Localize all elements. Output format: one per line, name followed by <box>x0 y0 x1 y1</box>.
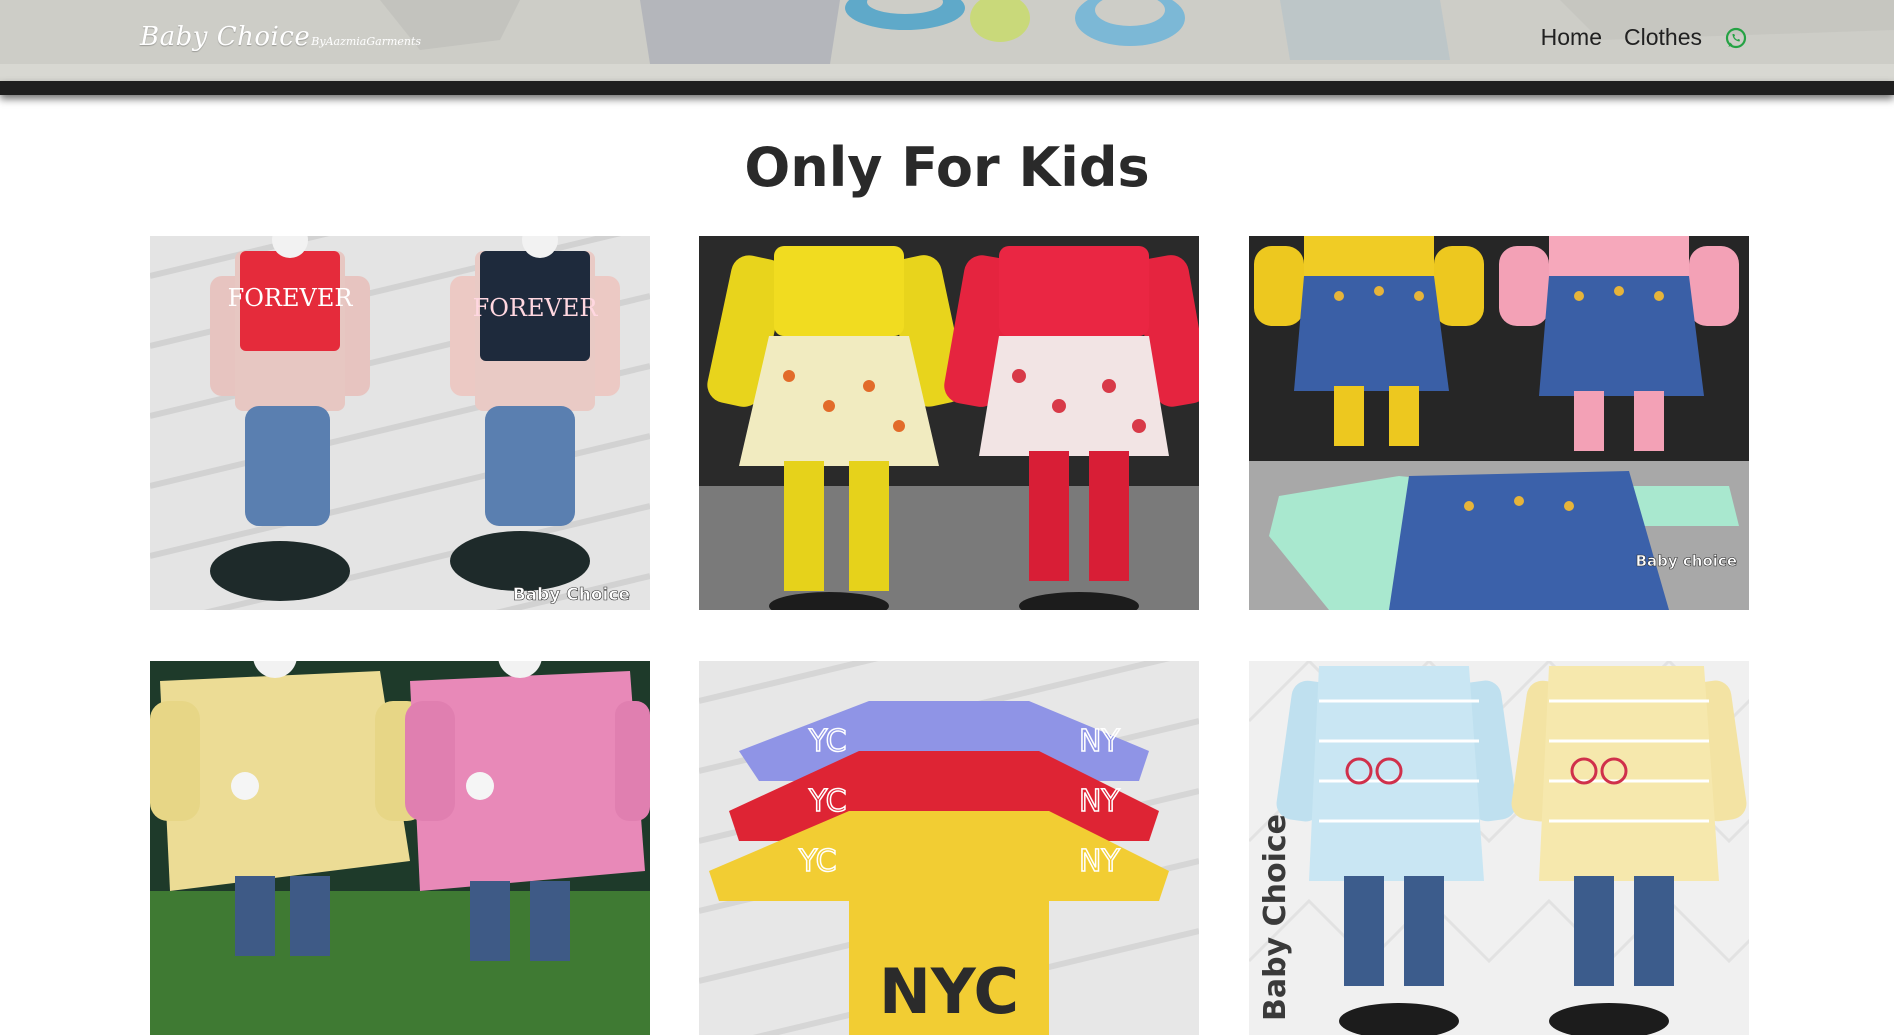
product-image: NYC YC NY YC NY YC NY <box>699 661 1199 1035</box>
product-image: FOREVER FOREVER Baby Choice <box>150 236 650 610</box>
svg-text:YC: YC <box>808 784 847 819</box>
product-watermark: Baby Choice <box>513 585 630 605</box>
svg-text:YC: YC <box>808 724 847 759</box>
product-card[interactable]: Baby choice <box>1249 236 1749 610</box>
svg-text:NY: NY <box>1079 724 1120 759</box>
product-image: Baby Choice <box>1249 661 1749 1035</box>
brand-name: Baby Choice <box>140 22 311 52</box>
brand-tagline: ByAazmiaGarments <box>311 35 422 48</box>
product-card[interactable] <box>699 236 1199 610</box>
product-card[interactable]: FOREVER FOREVER Baby Choice <box>150 236 650 610</box>
nav-shadow-bar <box>0 81 1894 95</box>
svg-text:NY: NY <box>1079 784 1120 819</box>
product-card[interactable] <box>150 661 650 1035</box>
product-watermark: Baby Choice <box>1258 814 1293 1021</box>
product-card[interactable]: Baby Choice <box>1249 661 1749 1035</box>
whatsapp-icon[interactable] <box>1724 26 1748 50</box>
page-title: Only For Kids <box>744 136 1150 199</box>
nav-underline-strip <box>0 64 1894 81</box>
product-card[interactable]: NYC YC NY YC NY YC NY <box>699 661 1199 1035</box>
nav-home-link[interactable]: Home <box>1541 24 1602 51</box>
navbar: Baby Choice ByAazmiaGarments Home Clothe… <box>0 0 1894 65</box>
svg-text:FOREVER: FOREVER <box>473 294 599 322</box>
svg-text:FOREVER: FOREVER <box>228 284 354 312</box>
nav-clothes-link[interactable]: Clothes <box>1624 24 1702 51</box>
nav-links: Home Clothes <box>1494 24 1894 51</box>
product-watermark: Baby choice <box>1636 552 1737 570</box>
product-image: Baby choice <box>1249 236 1749 610</box>
svg-text:NY: NY <box>1079 844 1120 879</box>
product-image <box>150 661 650 1035</box>
svg-text:YC: YC <box>798 844 837 879</box>
product-image <box>699 236 1199 610</box>
brand-logo[interactable]: Baby Choice ByAazmiaGarments <box>140 22 421 52</box>
svg-text:NYC: NYC <box>879 955 1019 1028</box>
